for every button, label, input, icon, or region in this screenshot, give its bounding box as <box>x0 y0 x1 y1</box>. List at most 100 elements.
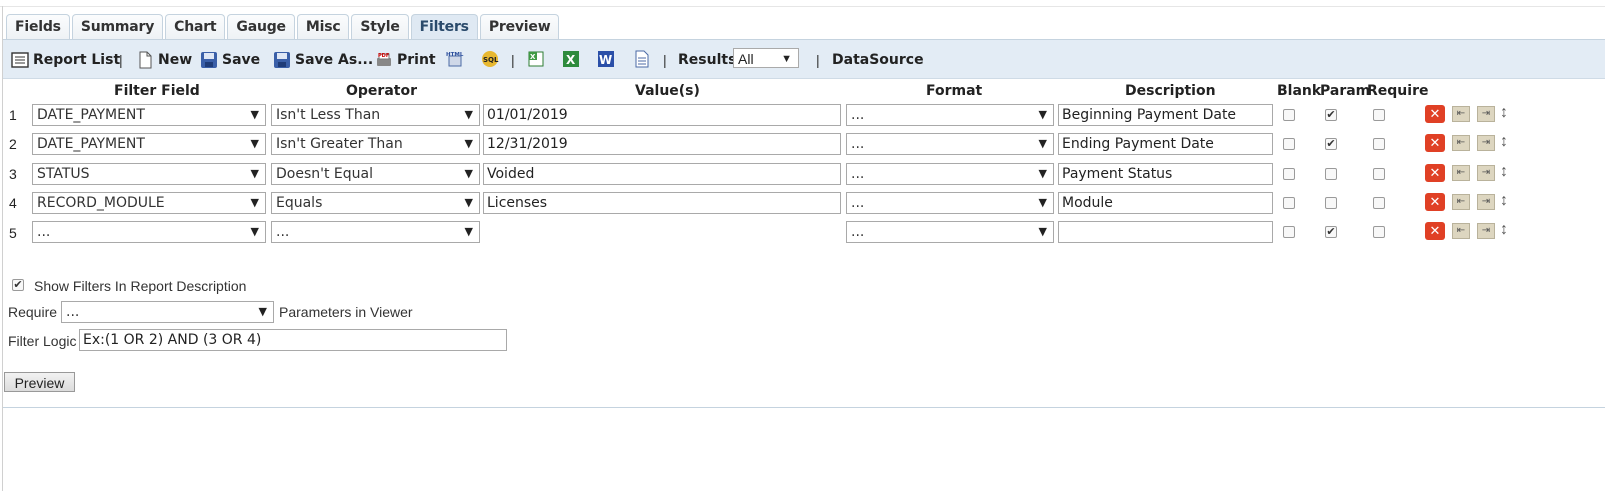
move-down-icon[interactable]: ⇥ <box>1477 165 1495 181</box>
excel-data-icon[interactable]: X <box>527 50 545 68</box>
move-up-icon[interactable]: ⇤ <box>1452 135 1470 151</box>
tab-gauge[interactable]: Gauge <box>227 14 295 39</box>
format-value: ... <box>851 224 865 240</box>
param-checkbox[interactable]: ✔ <box>1325 138 1337 150</box>
save-disk-icon <box>201 52 217 68</box>
param-checkbox[interactable] <box>1325 168 1337 180</box>
operator-value: ... <box>276 224 290 240</box>
drag-handle-icon[interactable]: ↕ <box>1500 104 1508 122</box>
description-input[interactable]: Payment Status <box>1058 163 1273 185</box>
require-checkbox[interactable] <box>1373 138 1385 150</box>
top-strip <box>0 0 1605 7</box>
description-input[interactable]: Ending Payment Date <box>1058 133 1273 155</box>
tab-style[interactable]: Style <box>351 14 409 39</box>
tab-summary[interactable]: Summary <box>71 14 164 39</box>
delete-row-icon[interactable]: ✕ <box>1425 222 1445 240</box>
require-select-value: ... <box>66 304 80 320</box>
filter-logic-input[interactable]: Ex:(1 OR 2) AND (3 OR 4) <box>79 329 507 351</box>
row-number: 4 <box>9 195 17 211</box>
param-checkbox[interactable]: ✔ <box>1325 226 1337 238</box>
word-icon-tag: W <box>599 53 612 67</box>
filter-field-select[interactable]: DATE_PAYMENT ▼ <box>32 104 266 126</box>
blank-checkbox[interactable] <box>1283 226 1295 238</box>
filter-field-select[interactable]: ... ▼ <box>32 221 266 243</box>
format-select[interactable]: ... ▼ <box>846 104 1054 126</box>
format-select[interactable]: ... ▼ <box>846 163 1054 185</box>
new-button[interactable]: New <box>136 50 192 70</box>
move-up-icon[interactable]: ⇤ <box>1452 165 1470 181</box>
delete-row-icon[interactable]: ✕ <box>1425 193 1445 211</box>
word-icon[interactable]: W <box>597 50 615 68</box>
html-icon-tag: HTML <box>446 52 464 58</box>
param-checkbox[interactable]: ✔ <box>1325 109 1337 121</box>
tab-misc[interactable]: Misc <box>296 14 350 39</box>
html-export-icon[interactable]: HTML <box>446 50 464 68</box>
delete-row-icon[interactable]: ✕ <box>1425 134 1445 152</box>
save-button[interactable]: Save <box>200 50 260 70</box>
report-list-button[interactable]: Report List <box>11 50 120 70</box>
move-up-icon[interactable]: ⇤ <box>1452 223 1470 239</box>
require-checkbox[interactable] <box>1373 226 1385 238</box>
require-checkbox[interactable] <box>1373 109 1385 121</box>
header-blank: Blank <box>1277 83 1322 99</box>
require-checkbox[interactable] <box>1373 197 1385 209</box>
format-select[interactable]: ... ▼ <box>846 133 1054 155</box>
new-label: New <box>158 52 193 68</box>
toolbar-separator: | <box>816 52 820 68</box>
format-select[interactable]: ... ▼ <box>846 192 1054 214</box>
description-input[interactable]: Beginning Payment Date <box>1058 104 1273 126</box>
delete-row-icon[interactable]: ✕ <box>1425 164 1445 182</box>
document-export-icon[interactable] <box>633 50 651 68</box>
require-checkbox[interactable] <box>1373 168 1385 180</box>
print-button[interactable]: PDF Print <box>375 50 436 70</box>
show-filters-checkbox[interactable]: ✔ <box>12 279 24 291</box>
move-down-icon[interactable]: ⇥ <box>1477 194 1495 210</box>
format-value: ... <box>851 195 865 211</box>
delete-row-icon[interactable]: ✕ <box>1425 105 1445 123</box>
filter-field-select[interactable]: STATUS ▼ <box>32 163 266 185</box>
drag-handle-icon[interactable]: ↕ <box>1500 163 1508 181</box>
save-as-button[interactable]: Save As... <box>273 50 373 70</box>
format-select[interactable]: ... ▼ <box>846 221 1054 243</box>
datasource-link[interactable]: DataSource <box>832 50 924 70</box>
tab-filters[interactable]: Filters <box>410 14 478 39</box>
tab-fields[interactable]: Fields <box>6 14 70 39</box>
drag-handle-icon[interactable]: ↕ <box>1500 221 1508 239</box>
operator-select[interactable]: ... ▼ <box>271 221 480 243</box>
tab-preview[interactable]: Preview <box>479 14 560 39</box>
filter-field-select[interactable]: RECORD_MODULE ▼ <box>32 192 266 214</box>
blank-checkbox[interactable] <box>1283 138 1295 150</box>
filter-field-select[interactable]: DATE_PAYMENT ▼ <box>32 133 266 155</box>
move-down-icon[interactable]: ⇥ <box>1477 106 1495 122</box>
blank-checkbox[interactable] <box>1283 168 1295 180</box>
param-checkbox[interactable] <box>1325 197 1337 209</box>
preview-button[interactable]: Preview <box>4 372 75 392</box>
drag-handle-icon[interactable]: ↕ <box>1500 192 1508 210</box>
move-up-icon[interactable]: ⇤ <box>1452 106 1470 122</box>
operator-select[interactable]: Isn't Less Than ▼ <box>271 104 480 126</box>
require-select[interactable]: ... ▼ <box>61 301 274 323</box>
drag-handle-icon[interactable]: ↕ <box>1500 133 1508 151</box>
sql-icon[interactable]: SQL <box>481 50 499 68</box>
value-input[interactable]: 01/01/2019 <box>483 104 841 126</box>
value-input[interactable]: Licenses <box>483 192 841 214</box>
row-number: 3 <box>9 166 17 182</box>
operator-select[interactable]: Equals ▼ <box>271 192 480 214</box>
move-down-icon[interactable]: ⇥ <box>1477 135 1495 151</box>
blank-checkbox[interactable] <box>1283 109 1295 121</box>
value-input[interactable]: Voided <box>483 163 841 185</box>
tab-chart[interactable]: Chart <box>165 14 226 39</box>
value-input[interactable]: 12/31/2019 <box>483 133 841 155</box>
operator-select[interactable]: Isn't Greater Than ▼ <box>271 133 480 155</box>
blank-checkbox[interactable] <box>1283 197 1295 209</box>
excel-icon[interactable]: X <box>562 50 580 68</box>
description-input[interactable]: Module <box>1058 192 1273 214</box>
move-down-icon[interactable]: ⇥ <box>1477 223 1495 239</box>
header-param: Param <box>1320 83 1371 99</box>
move-up-icon[interactable]: ⇤ <box>1452 194 1470 210</box>
operator-value: Equals <box>276 195 323 211</box>
description-input[interactable] <box>1058 221 1273 243</box>
row-number: 5 <box>9 225 17 241</box>
results-select[interactable]: All ▼ <box>733 48 799 68</box>
operator-select[interactable]: Doesn't Equal ▼ <box>271 163 480 185</box>
